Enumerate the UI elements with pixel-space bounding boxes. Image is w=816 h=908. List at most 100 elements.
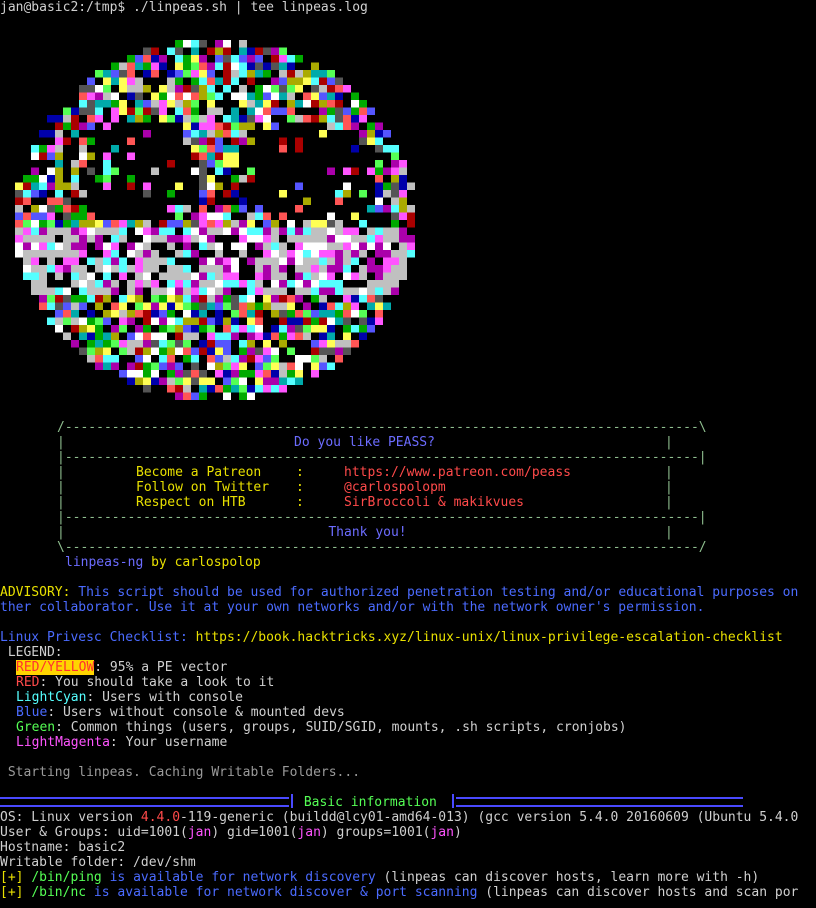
user-groups-line: User & Groups: uid=1001(jan) gid=1001(ja…: [0, 825, 462, 840]
art-pixel: [263, 362, 271, 370]
art-pixel: [359, 272, 367, 280]
art-pixel: [223, 212, 231, 220]
art-pixel: [247, 347, 255, 355]
art-pixel: [55, 190, 63, 198]
art-pixel: [71, 212, 79, 220]
art-pixel: [399, 227, 407, 235]
art-pixel: [79, 145, 87, 153]
art-pixel: [183, 250, 191, 258]
art-pixel: [151, 257, 159, 265]
art-pixel: [279, 332, 287, 340]
art-pixel: [207, 100, 215, 108]
art-pixel: [191, 115, 199, 123]
art-pixel: [207, 385, 215, 393]
art-pixel: [39, 152, 47, 160]
art-pixel: [127, 175, 135, 183]
art-pixel: [127, 62, 135, 70]
art-pixel: [215, 212, 223, 220]
art-pixel: [103, 152, 111, 160]
art-pixel: [247, 227, 255, 235]
art-pixel: [207, 130, 215, 138]
art-pixel: [31, 152, 39, 160]
art-pixel: [239, 302, 247, 310]
art-pixel: [191, 55, 199, 63]
art-pixel: [335, 242, 343, 250]
art-pixel: [367, 317, 375, 325]
art-pixel: [31, 242, 39, 250]
art-pixel: [55, 145, 63, 153]
art-pixel: [343, 340, 351, 348]
art-pixel: [103, 287, 111, 295]
art-pixel: [327, 280, 335, 288]
art-pixel: [127, 310, 135, 318]
art-pixel: [319, 70, 327, 78]
art-pixel: [239, 62, 247, 70]
art-pixel: [399, 235, 407, 243]
art-pixel: [255, 377, 263, 385]
art-pixel: [103, 220, 111, 228]
art-pixel: [239, 250, 247, 258]
art-pixel: [87, 107, 95, 115]
art-pixel: [271, 355, 279, 363]
art-pixel: [351, 100, 359, 108]
art-pixel: [247, 287, 255, 295]
art-pixel: [359, 250, 367, 258]
art-pixel: [103, 100, 111, 108]
art-pixel: [175, 280, 183, 288]
art-pixel: [375, 302, 383, 310]
art-pixel: [207, 175, 215, 183]
art-pixel: [327, 272, 335, 280]
art-pixel: [207, 152, 215, 160]
art-pixel: [87, 347, 95, 355]
art-pixel: [303, 355, 311, 363]
art-pixel: [343, 182, 351, 190]
art-pixel: [87, 332, 95, 340]
art-pixel: [207, 325, 215, 333]
art-pixel: [31, 250, 39, 258]
art-pixel: [215, 152, 223, 160]
art-pixel: [295, 70, 303, 78]
art-pixel: [359, 325, 367, 333]
starting-message: Starting linpeas. Caching Writable Folde…: [0, 765, 361, 780]
art-pixel: [239, 347, 247, 355]
art-pixel: [383, 205, 391, 213]
art-pixel: [247, 115, 255, 123]
art-pixel: [207, 70, 215, 78]
section-title: Basic information: [296, 795, 445, 810]
art-pixel: [231, 122, 239, 130]
art-pixel: [191, 332, 199, 340]
art-pixel: [391, 205, 399, 213]
art-pixel: [127, 332, 135, 340]
art-pixel: [255, 287, 263, 295]
art-pixel: [367, 167, 375, 175]
art-pixel: [111, 325, 119, 333]
patreon-link[interactable]: https://www.patreon.com/peass: [344, 465, 571, 480]
art-pixel: [199, 265, 207, 273]
art-pixel: [215, 280, 223, 288]
banner-bottom-border: \---------------------------------------…: [57, 540, 707, 555]
art-pixel: [87, 152, 95, 160]
art-pixel: [31, 167, 39, 175]
art-pixel: [183, 107, 191, 115]
art-pixel: [375, 242, 383, 250]
art-pixel: [359, 190, 367, 198]
art-pixel: [335, 257, 343, 265]
art-pixel: [327, 347, 335, 355]
art-pixel: [199, 190, 207, 198]
art-pixel: [191, 370, 199, 378]
art-pixel: [327, 302, 335, 310]
art-pixel: [79, 235, 87, 243]
checklist-link[interactable]: https://book.hacktricks.xyz/linux-unix/l…: [188, 630, 783, 645]
art-pixel: [23, 220, 31, 228]
art-pixel: [335, 77, 343, 85]
art-pixel: [207, 62, 215, 70]
art-pixel: [135, 272, 143, 280]
art-pixel: [71, 175, 79, 183]
art-pixel: [87, 77, 95, 85]
art-pixel: [151, 340, 159, 348]
art-pixel: [199, 340, 207, 348]
art-pixel: [87, 100, 95, 108]
art-pixel: [23, 212, 31, 220]
art-pixel: [191, 325, 199, 333]
art-pixel: [311, 257, 319, 265]
